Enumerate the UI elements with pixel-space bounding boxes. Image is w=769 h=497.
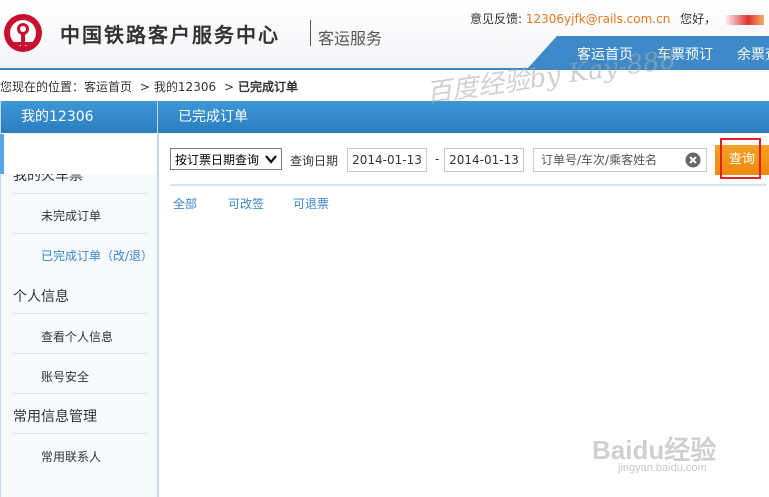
sidebar-divider — [13, 433, 147, 434]
filter-refundable[interactable]: 可退票 — [293, 195, 329, 212]
sidebar-title[interactable]: 我的12306 — [1, 101, 157, 133]
query-type-value: 按订票日期查询 — [175, 153, 260, 167]
breadcrumb: 您现在的位置：客运首页 > 我的12306 > 已完成订单 — [0, 78, 298, 95]
sidebar-divider — [13, 233, 147, 234]
sidebar-item-account-security[interactable]: 账号安全 — [41, 368, 89, 385]
sidebar-item-unfinished-orders[interactable]: 未完成订单 — [41, 207, 101, 224]
clear-icon[interactable] — [685, 152, 701, 168]
sidebar-category-personal-info[interactable]: 个人信息 — [13, 286, 69, 306]
filter-divider — [170, 184, 767, 186]
sidebar-divider — [13, 313, 147, 314]
site-title[interactable]: 中国铁路客户服务中心 — [60, 19, 280, 48]
title-divider — [310, 20, 311, 46]
sidebar-item-completed-orders[interactable]: 已完成订单（改/退） — [41, 247, 153, 264]
breadcrumb-separator: > — [139, 80, 150, 94]
breadcrumb-prefix: 您现在的位置： — [0, 80, 85, 94]
filter-all[interactable]: 全部 — [173, 195, 197, 212]
query-type-select[interactable]: 按订票日期查询 — [170, 148, 282, 170]
query-button-highlight — [720, 138, 761, 179]
date-to-input[interactable]: 2014-01-13 — [444, 148, 524, 172]
feedback-label: 意见反馈: — [470, 12, 523, 26]
date-separator: - — [435, 152, 440, 166]
watermark-baidu-url: jingyan.baidu.com — [618, 462, 707, 474]
main-panel-title: 已完成订单 — [158, 101, 769, 133]
sidebar-item-common-contacts[interactable]: 常用联系人 — [41, 448, 101, 465]
date-from-input[interactable]: 2014-01-13 — [347, 148, 427, 172]
breadcrumb-current: 已完成订单 — [238, 80, 299, 94]
breadcrumb-separator: > — [223, 80, 234, 94]
order-search-input[interactable]: 订单号/车次/乘客姓名 — [533, 148, 707, 172]
sidebar-divider — [13, 353, 147, 354]
feedback-email-link[interactable]: 12306yjfk@rails.com.cn — [526, 12, 670, 26]
nav-remaining-tickets[interactable]: 余票查 — [737, 44, 769, 64]
sidebar-category-common-info[interactable]: 常用信息管理 — [13, 406, 97, 426]
date-label: 查询日期 — [290, 154, 339, 168]
sidebar-active-indicator — [0, 134, 4, 174]
sidebar-item-view-personal-info[interactable]: 查看个人信息 — [41, 328, 113, 345]
railway-logo-icon[interactable] — [3, 13, 43, 53]
site-subtitle: 客运服务 — [318, 29, 383, 48]
top-links: 意见反馈: 12306yjfk@rails.com.cn 您好， | 退 — [470, 10, 769, 27]
chevron-down-icon — [265, 155, 277, 164]
sidebar-divider — [13, 393, 147, 394]
filter-changeable[interactable]: 可改签 — [228, 195, 264, 212]
greeting-text: 您好， — [680, 12, 717, 26]
sidebar-active-background — [4, 134, 156, 174]
breadcrumb-my12306[interactable]: 我的12306 — [154, 80, 216, 94]
sidebar-divider — [13, 193, 147, 194]
username-redacted[interactable] — [724, 14, 764, 25]
breadcrumb-home[interactable]: 客运首页 — [84, 80, 132, 94]
